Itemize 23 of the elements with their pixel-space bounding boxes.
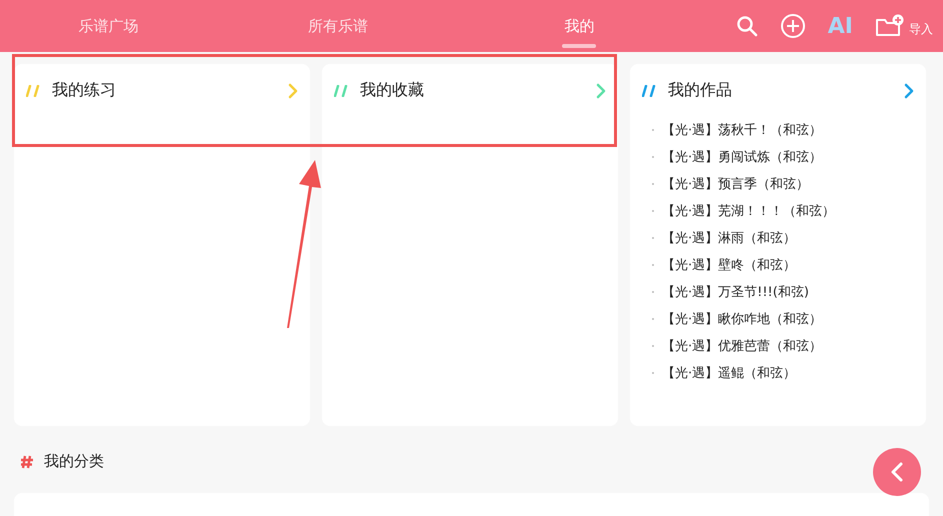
score-item[interactable]: 【光·遇】预言季（和弦） [662,175,810,193]
section-title: 我的分类 [44,452,104,471]
score-item[interactable]: 【光·遇】勇闯试炼（和弦） [662,148,822,166]
score-item[interactable]: 【光·遇】遥鲲（和弦） [662,364,796,382]
score-item[interactable]: 【光·遇】壁咚（和弦） [662,256,796,274]
hash-icon [20,454,34,468]
back-button[interactable] [873,448,921,496]
score-item[interactable]: 【光·遇】万圣节!!!(和弦) [662,283,809,301]
score-item[interactable]: 【光·遇】淋雨（和弦） [662,229,796,247]
chevron-right-icon[interactable] [904,82,914,98]
chevron-right-icon[interactable] [596,82,606,98]
card-title: 我的收藏 [360,80,425,101]
add-icon[interactable] [780,13,806,39]
card-title: 我的练习 [52,80,117,101]
card-title: 我的作品 [668,80,733,101]
tab-indicator [562,44,596,48]
score-item[interactable]: 【光·遇】优雅芭蕾（和弦） [662,337,822,355]
chevron-left-icon [890,461,904,483]
score-item[interactable]: 【光·遇】瞅你咋地（和弦） [662,310,822,328]
chevron-right-icon[interactable] [288,82,298,98]
search-icon[interactable] [736,15,758,37]
score-item[interactable]: 【光·遇】荡秋千！（和弦） [662,121,822,139]
score-item[interactable]: 【光·遇】芜湖！！！（和弦） [662,202,836,220]
